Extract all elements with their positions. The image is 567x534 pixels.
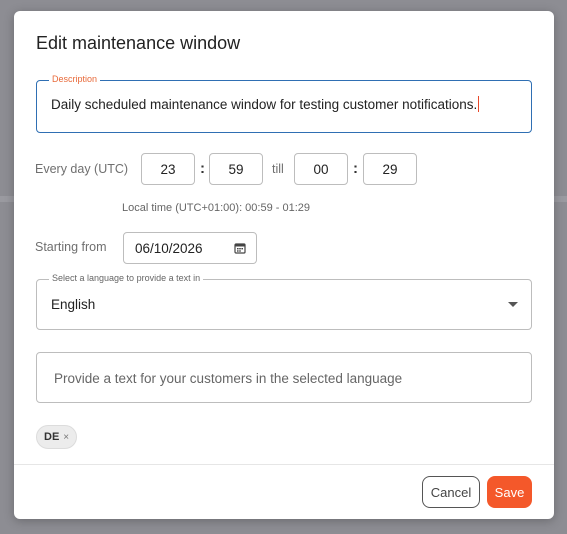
description-value-wrap: Daily scheduled maintenance window for t…	[51, 96, 480, 112]
calendar-icon[interactable]	[234, 242, 246, 254]
close-icon[interactable]: ×	[63, 432, 69, 443]
language-chip-de[interactable]: DE ×	[36, 425, 77, 449]
start-date-field[interactable]: 06/10/2026	[123, 232, 257, 264]
schedule-label: Every day (UTC)	[35, 162, 129, 176]
text-caret	[478, 96, 480, 112]
till-label: till	[272, 162, 284, 176]
start-date-value: 06/10/2026	[135, 241, 203, 256]
description-field[interactable]: Description Daily scheduled maintenance …	[36, 74, 532, 133]
edit-maintenance-dialog: Edit maintenance window Description Dail…	[14, 11, 554, 519]
language-select[interactable]: Select a language to provide a text in E…	[36, 273, 532, 330]
language-select-value: English	[51, 297, 96, 312]
start-hour-input[interactable]: 23	[141, 153, 195, 185]
dialog-title: Edit maintenance window	[36, 33, 241, 53]
chip-label: DE	[44, 431, 60, 443]
customer-text-input[interactable]: Provide a text for your customers in the…	[36, 352, 532, 403]
end-minute-input[interactable]: 29	[363, 153, 417, 185]
start-minute-input[interactable]: 59	[209, 153, 263, 185]
customer-text-placeholder: Provide a text for your customers in the…	[54, 371, 403, 386]
chevron-down-icon[interactable]	[508, 302, 518, 307]
footer-divider	[14, 464, 554, 465]
save-button[interactable]: Save	[487, 476, 532, 508]
language-select-label: Select a language to provide a text in	[49, 273, 204, 283]
description-label: Description	[49, 74, 101, 84]
description-value: Daily scheduled maintenance window for t…	[51, 97, 478, 112]
cancel-button[interactable]: Cancel	[422, 476, 480, 508]
end-hour-input[interactable]: 00	[294, 153, 348, 185]
local-time-hint: Local time (UTC+01:00): 00:59 - 01:29	[122, 202, 311, 214]
time-separator-end: :	[353, 160, 358, 177]
start-date-label: Starting from	[35, 240, 107, 254]
time-separator-start: :	[200, 160, 205, 177]
